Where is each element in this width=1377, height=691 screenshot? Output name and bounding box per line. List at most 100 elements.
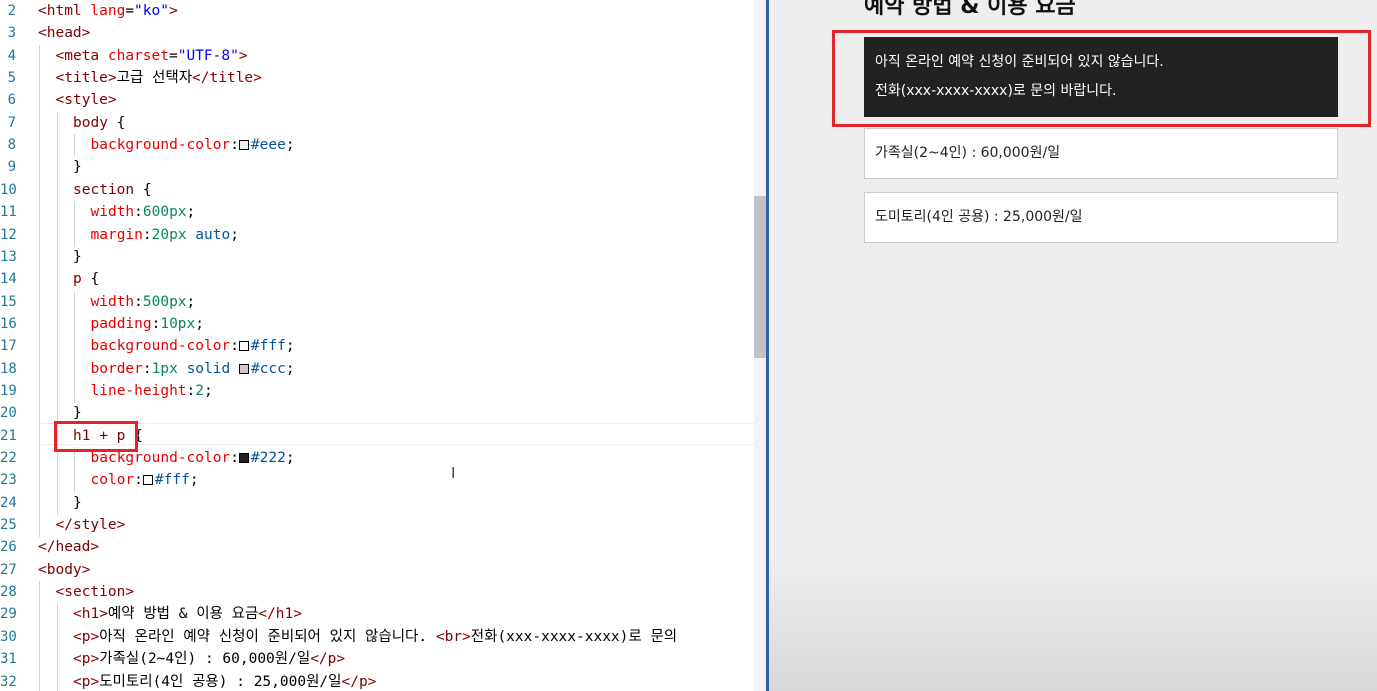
code-token: background-color: [90, 450, 231, 466]
line-number: 30: [0, 628, 17, 645]
code-line[interactable]: 14 p {: [0, 268, 766, 292]
code-token: margin: [90, 226, 143, 243]
color-swatch-icon[interactable]: [142, 475, 153, 486]
code-line[interactable]: 8 background-color: #eee;: [0, 134, 766, 158]
code-token: :: [142, 360, 152, 377]
code-token: :: [142, 226, 152, 243]
code-text: background-color: #fff;: [91, 335, 295, 357]
indent-guide: [39, 89, 40, 113]
line-number: 9: [7, 159, 16, 176]
line-number: 2: [7, 3, 16, 19]
code-token: <html: [38, 3, 91, 19]
code-line[interactable]: 4 <meta charset="UTF-8">: [0, 44, 766, 68]
code-line[interactable]: 30 <p>아직 온라인 예약 신청이 준비되어 있지 않습니다. <br>전화(…: [0, 625, 766, 649]
code-line[interactable]: 28 <section>: [0, 581, 766, 605]
indent-guide: [56, 670, 58, 691]
indent-guide: [39, 44, 40, 68]
code-line[interactable]: 16 padding:10px;: [0, 312, 766, 336]
code-line[interactable]: 9}: [0, 156, 766, 180]
code-text: <h1>예약 방법 & 이용 요금</h1>: [73, 603, 302, 625]
code-token: "UTF-8": [177, 47, 239, 64]
code-token: 500px: [142, 293, 187, 310]
line-number: 31: [0, 651, 17, 668]
code-text: margin:20px auto;: [91, 224, 239, 246]
notice-highlight-box: [832, 30, 1371, 127]
code-text: p {: [73, 268, 99, 290]
code-token: }: [73, 248, 82, 265]
code-line[interactable]: 6 <style>: [0, 89, 766, 113]
code-token: ;: [204, 382, 213, 399]
code-line[interactable]: 15 width:500px;: [0, 290, 766, 314]
code-line[interactable]: 18 border:1px solid #ccc;: [0, 357, 766, 381]
code-text: <meta charset="UTF-8">: [56, 45, 248, 67]
code-text: <p>가족실(2~4인) : 60,000원/일</p>: [73, 648, 345, 670]
code-token: <title>: [55, 70, 117, 87]
line-number: 29: [0, 606, 17, 623]
line-number: 27: [0, 561, 17, 578]
indent-guide: [56, 491, 58, 515]
indent-guide: [56, 469, 58, 493]
code-line[interactable]: 7 body {: [0, 111, 766, 135]
code-line[interactable]: 12 margin:20px auto;: [0, 223, 766, 247]
code-token: =: [169, 47, 178, 64]
indent-guide: [39, 447, 40, 470]
code-line[interactable]: 13}: [0, 245, 766, 269]
indent-guide: [39, 268, 40, 292]
color-swatch-icon[interactable]: [238, 363, 249, 374]
code-token: >: [168, 3, 178, 19]
code-line[interactable]: 29 <h1>예약 방법 & 이용 요금</h1>: [0, 603, 766, 627]
code-token: 600px: [142, 204, 187, 221]
line-number: 5: [7, 70, 16, 87]
code-line[interactable]: 24}: [0, 491, 766, 515]
code-line[interactable]: 23 color: #fff;: [0, 469, 766, 493]
code-text: <head>: [38, 22, 90, 44]
code-token: line-height: [90, 382, 187, 399]
code-line[interactable]: 3 <head>: [0, 22, 766, 44]
code-line[interactable]: 2 <html lang="ko">: [0, 0, 766, 22]
code-token: <style>: [55, 92, 117, 109]
indent-guide: [39, 67, 40, 91]
code-line[interactable]: 17 background-color: #fff;: [0, 335, 766, 359]
line-number: 20: [0, 405, 17, 422]
code-token: auto: [195, 226, 231, 243]
line-number: 12: [0, 226, 17, 243]
code-token: 고급 선택자: [116, 70, 193, 87]
line-number: 16: [0, 315, 17, 332]
code-text: <html lang="ko">: [38, 0, 178, 22]
code-token: solid: [186, 360, 231, 377]
code-line[interactable]: 25 </style>: [0, 514, 766, 538]
code-line[interactable]: 32 <p>도미토리(4인 공용) : 25,000원/일</p>: [0, 670, 766, 691]
code-line[interactable]: 5 <title>고급 선택자</title>: [0, 67, 766, 91]
line-number: 8: [7, 137, 16, 154]
code-token: :: [134, 204, 143, 221]
indent-guide: [39, 245, 40, 269]
code-token: width: [90, 293, 135, 310]
indent-guide: [74, 201, 75, 225]
code-text: section {: [73, 179, 152, 201]
code-line[interactable]: 11 width:600px;: [0, 201, 766, 225]
line-number: 4: [7, 47, 16, 64]
code-token: section: [73, 181, 135, 198]
code-line[interactable]: 19 line-height:2;: [0, 379, 766, 403]
code-token: <br>: [435, 628, 471, 645]
code-token: #222: [250, 450, 286, 466]
code-editor[interactable]: 2 <html lang="ko"> 3 <head> 4 <meta charset="…: [0, 0, 766, 691]
indent-guide: [39, 402, 40, 426]
color-swatch-icon[interactable]: [238, 140, 249, 151]
code-token: :: [134, 293, 143, 310]
code-line[interactable]: 10 section {: [0, 178, 766, 202]
code-line[interactable]: 26 </head>: [0, 536, 766, 558]
color-swatch-icon[interactable]: [238, 341, 249, 352]
indent-guide: [39, 178, 40, 202]
code-text: }: [73, 492, 82, 514]
editor-scrollbar-thumb[interactable]: [754, 196, 766, 358]
code-token: ;: [186, 293, 196, 310]
line-number: 25: [0, 517, 17, 534]
line-number: 24: [0, 494, 17, 511]
code-line[interactable]: 31 <p>가족실(2~4인) : 60,000원/일</p>: [0, 648, 766, 672]
code-token: background-color: [90, 137, 231, 154]
indent-guide: [56, 625, 58, 649]
code-line[interactable]: 27 <body>: [0, 559, 766, 581]
color-swatch-icon[interactable]: [238, 453, 249, 463]
